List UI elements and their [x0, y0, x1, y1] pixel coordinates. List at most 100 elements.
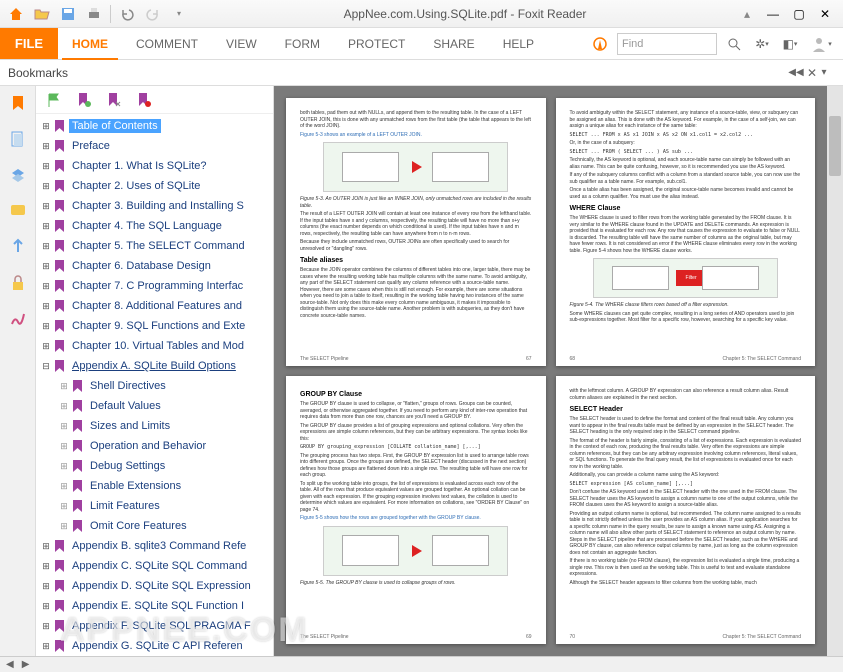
- page-1[interactable]: both tables, pad them out with NULLs, an…: [286, 98, 546, 366]
- pages-rail-icon[interactable]: [7, 128, 29, 150]
- tell-me-icon[interactable]: [589, 33, 611, 55]
- maximize-icon[interactable]: ▢: [787, 2, 811, 26]
- expand-icon[interactable]: ⊞: [40, 281, 52, 292]
- bookmark-item[interactable]: ⊞Default Values: [36, 396, 273, 416]
- minimize-icon[interactable]: —: [761, 2, 785, 26]
- bookmark-icon: [70, 400, 84, 413]
- status-right-icon[interactable]: ▶: [22, 659, 30, 670]
- bookmark-item[interactable]: ⊞Chapter 4. The SQL Language: [36, 216, 273, 236]
- home-icon[interactable]: [4, 2, 28, 26]
- bookmark-item[interactable]: ⊞Chapter 10. Virtual Tables and Mod: [36, 336, 273, 356]
- bookmark-item[interactable]: ⊞ Chapter 7. C Programming Interfac: [36, 276, 273, 296]
- file-tab[interactable]: FILE: [0, 28, 58, 59]
- bm-new-icon[interactable]: [74, 90, 94, 110]
- bookmark-item[interactable]: ⊞Appendix E. SQLite SQL Function I: [36, 596, 273, 616]
- expand-icon[interactable]: ⊞: [40, 341, 52, 352]
- tab-help[interactable]: HELP: [489, 28, 548, 59]
- bookmark-item[interactable]: ⊞Chapter 6. Database Design: [36, 256, 273, 276]
- qat-dropdown-icon[interactable]: ▾: [167, 2, 191, 26]
- bookmark-icon: [52, 540, 66, 553]
- find-input[interactable]: Find: [617, 33, 717, 55]
- bookmark-label: Appendix D. SQLite SQL Expression: [69, 579, 254, 593]
- bookmark-item[interactable]: ⊞Debug Settings: [36, 456, 273, 476]
- bookmark-label: Chapter 7. C Programming Interfac: [69, 279, 246, 293]
- bookmark-item[interactable]: ⊞Preface: [36, 136, 273, 156]
- attachments-rail-icon[interactable]: [7, 236, 29, 258]
- close-icon[interactable]: ✕: [813, 2, 837, 26]
- bookmark-item[interactable]: ⊞Shell Directives: [36, 376, 273, 396]
- settings-icon[interactable]: ✲▾: [751, 33, 773, 55]
- page-4[interactable]: with the leftmost column. A GROUP BY exp…: [556, 376, 816, 644]
- bookmark-item[interactable]: ⊞ Appendix D. SQLite SQL Expression: [36, 576, 273, 596]
- tab-protect[interactable]: PROTECT: [334, 28, 419, 59]
- expand-icon[interactable]: ⊞: [40, 621, 52, 632]
- bookmark-item[interactable]: ⊞Appendix C. SQLite SQL Command: [36, 556, 273, 576]
- tab-view[interactable]: VIEW: [212, 28, 271, 59]
- expand-icon[interactable]: ⊞: [40, 261, 52, 272]
- expand-icon[interactable]: ⊞: [40, 201, 52, 212]
- save-icon[interactable]: [56, 2, 80, 26]
- bookmark-icon: [52, 320, 66, 333]
- bookmark-item[interactable]: ⊞Chapter 1. What Is SQLite?: [36, 156, 273, 176]
- bookmark-item[interactable]: ⊞Chapter 3. Building and Installing S: [36, 196, 273, 216]
- bookmark-item[interactable]: ⊞Chapter 9. SQL Functions and Exte: [36, 316, 273, 336]
- user-icon[interactable]: ▾: [807, 33, 835, 55]
- expand-icon[interactable]: ⊞: [40, 601, 52, 612]
- bookmark-item[interactable]: ⊞ Chapter 5. The SELECT Command: [36, 236, 273, 256]
- signature-rail-icon[interactable]: [7, 308, 29, 330]
- bookmark-label: Chapter 5. The SELECT Command: [69, 239, 248, 253]
- bm-expand-icon[interactable]: [104, 90, 124, 110]
- bm-delete-icon[interactable]: [134, 90, 154, 110]
- page-2[interactable]: To avoid ambiguity within the SELECT sta…: [556, 98, 816, 366]
- redo-icon[interactable]: [141, 2, 165, 26]
- bookmarks-tree[interactable]: ⊞Table of Contents⊞Preface⊞Chapter 1. Wh…: [36, 114, 273, 656]
- expand-icon[interactable]: ⊞: [40, 121, 52, 132]
- bookmark-item[interactable]: ⊞Operation and Behavior: [36, 436, 273, 456]
- bookmark-label: Debug Settings: [87, 459, 168, 473]
- tab-form[interactable]: FORM: [271, 28, 334, 59]
- expand-icon[interactable]: ⊞: [40, 221, 52, 232]
- panel-close-icon[interactable]: ✕: [801, 62, 823, 84]
- tab-comment[interactable]: COMMENT: [122, 28, 212, 59]
- bookmark-item[interactable]: ⊞Chapter 8. Additional Features and: [36, 296, 273, 316]
- bookmark-item[interactable]: ⊞Limit Features: [36, 496, 273, 516]
- bookmark-item[interactable]: ⊞Sizes and Limits: [36, 416, 273, 436]
- expand-icon[interactable]: ⊞: [40, 641, 52, 652]
- bookmark-item[interactable]: ⊞Omit Core Features: [36, 516, 273, 536]
- expand-icon[interactable]: ⊞: [40, 541, 52, 552]
- bookmark-item[interactable]: ⊞Appendix F. SQLite SQL PRAGMA F: [36, 616, 273, 636]
- bookmark-item[interactable]: ⊞Enable Extensions: [36, 476, 273, 496]
- expand-icon[interactable]: ⊞: [40, 301, 52, 312]
- expand-icon[interactable]: ⊞: [40, 561, 52, 572]
- tab-share[interactable]: SHARE: [419, 28, 488, 59]
- bookmark-item[interactable]: ⊞Table of Contents: [36, 116, 273, 136]
- status-left-icon[interactable]: ◀: [6, 659, 14, 670]
- bookmark-item[interactable]: ⊞Appendix G. SQLite C API Referen: [36, 636, 273, 656]
- tab-home[interactable]: HOME: [58, 28, 122, 59]
- bookmarks-rail-icon[interactable]: [7, 92, 29, 114]
- bookmark-item[interactable]: ⊞Appendix B. sqlite3 Command Refe: [36, 536, 273, 556]
- page-3[interactable]: GROUP BY Clause The GROUP BY clause is u…: [286, 376, 546, 644]
- undo-icon[interactable]: [115, 2, 139, 26]
- ribbon-minimize-icon[interactable]: ▴: [735, 2, 759, 26]
- bookmark-item[interactable]: ⊞Chapter 2. Uses of SQLite: [36, 176, 273, 196]
- collapse-icon[interactable]: ⊟: [40, 361, 52, 372]
- expand-icon[interactable]: ⊞: [40, 181, 52, 192]
- bookmark-item[interactable]: ⊟Appendix A. SQLite Build Options: [36, 356, 273, 376]
- document-area[interactable]: both tables, pad them out with NULLs, an…: [274, 86, 843, 656]
- search-icon[interactable]: [723, 33, 745, 55]
- expand-icon[interactable]: ⊞: [40, 241, 52, 252]
- comments-rail-icon[interactable]: [7, 200, 29, 222]
- layers-rail-icon[interactable]: [7, 164, 29, 186]
- expand-icon[interactable]: ⊞: [40, 321, 52, 332]
- bm-flag-green-icon[interactable]: [44, 90, 64, 110]
- expand-icon[interactable]: ⊞: [40, 141, 52, 152]
- expand-icon[interactable]: ⊞: [40, 161, 52, 172]
- security-rail-icon[interactable]: [7, 272, 29, 294]
- open-icon[interactable]: [30, 2, 54, 26]
- expand-icon[interactable]: ⊞: [40, 581, 52, 592]
- vertical-scrollbar[interactable]: [827, 86, 843, 656]
- print-icon[interactable]: [82, 2, 106, 26]
- skin-icon[interactable]: ◧▾: [779, 33, 801, 55]
- bookmark-label: Shell Directives: [87, 379, 169, 393]
